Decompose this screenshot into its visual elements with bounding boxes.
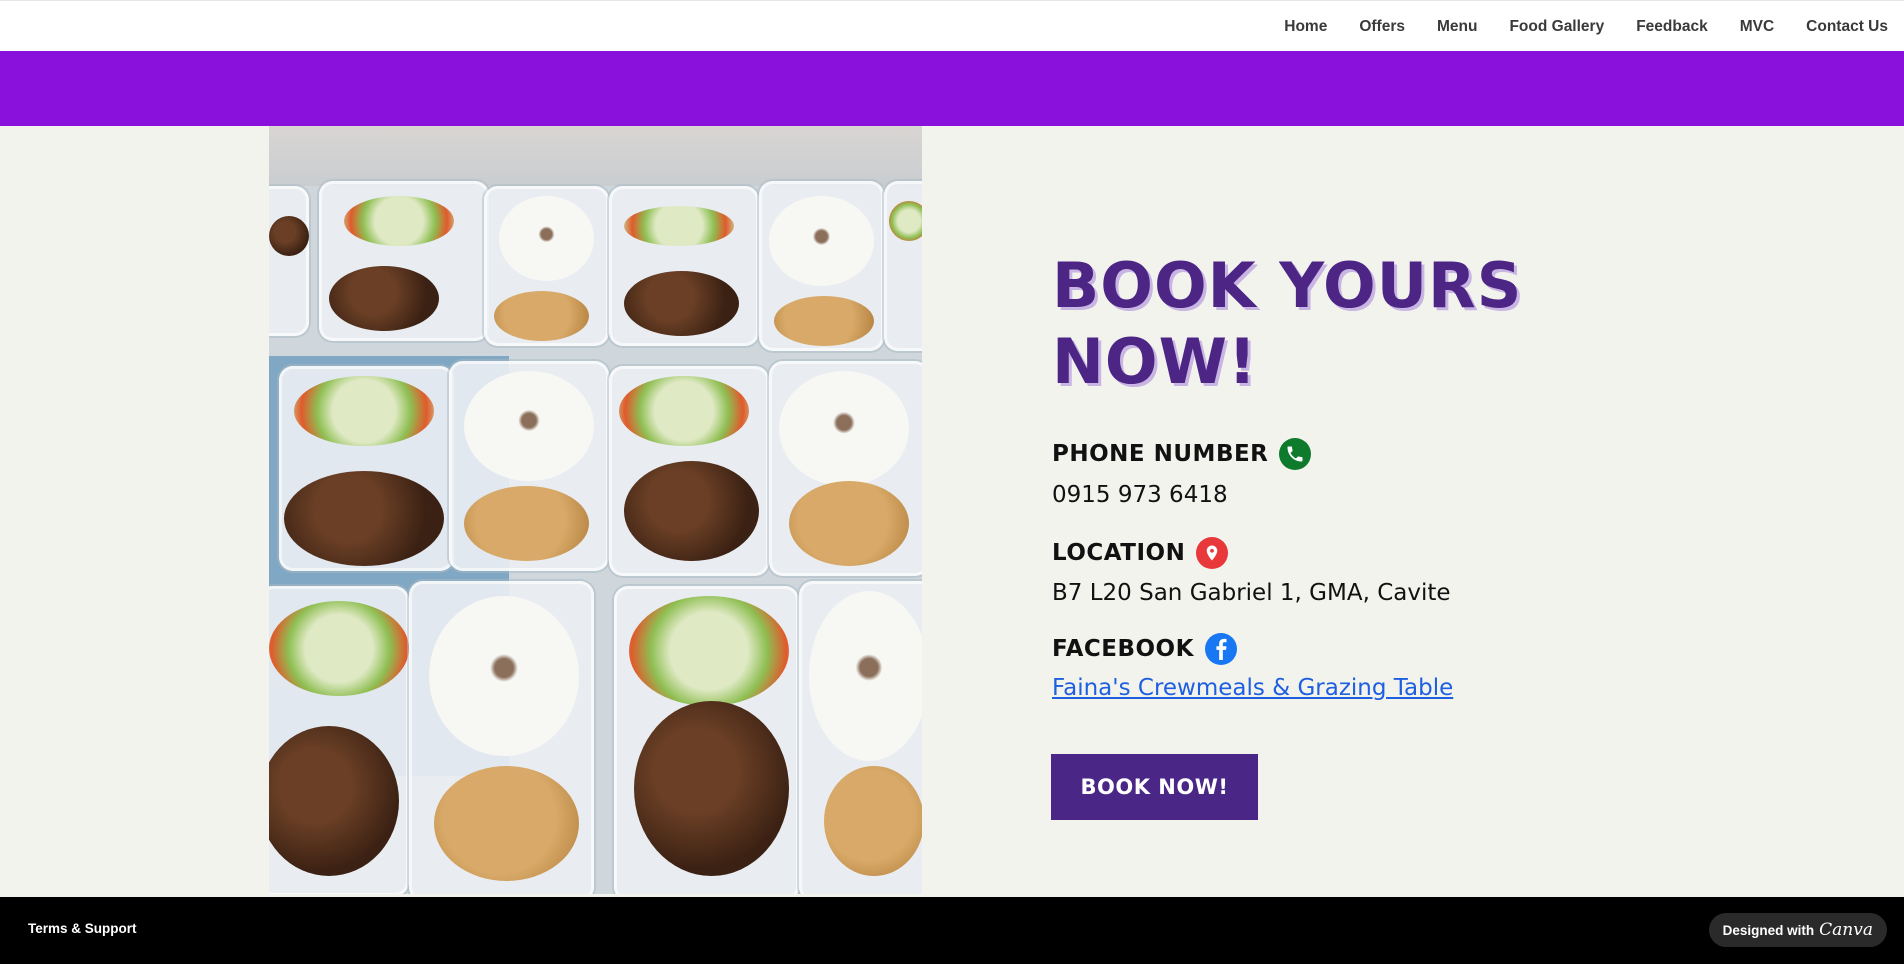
book-title-line1: BOOK YOURS <box>1052 249 1523 322</box>
accent-band <box>0 51 1904 126</box>
designed-with-canva-badge[interactable]: Designed with Canva <box>1708 913 1887 947</box>
nav-item-mvc[interactable]: MVC <box>1740 18 1774 36</box>
location-address: B7 L20 San Gabriel 1, GMA, Cavite <box>1052 580 1451 606</box>
top-navigation: Home Offers Menu Food Gallery Feedback M… <box>0 0 1904 51</box>
nav-item-home[interactable]: Home <box>1284 18 1327 36</box>
nav-item-food-gallery[interactable]: Food Gallery <box>1509 18 1604 36</box>
map-pin-icon <box>1196 537 1229 569</box>
nav-item-menu[interactable]: Menu <box>1437 18 1477 36</box>
location-label-text: LOCATION <box>1052 540 1186 566</box>
facebook-page-link[interactable]: Faina's Crewmeals & Grazing Table <box>1052 675 1453 701</box>
location-label: LOCATION <box>1052 537 1229 569</box>
footer: Terms & Support Designed with Canva <box>0 897 1904 964</box>
book-title: BOOK YOURS NOW! <box>1052 248 1552 400</box>
facebook-icon <box>1204 633 1237 665</box>
nav-item-feedback[interactable]: Feedback <box>1636 18 1708 36</box>
phone-number: 0915 973 6418 <box>1052 482 1228 508</box>
booking-section: BOOK YOURS NOW! <box>0 126 1904 897</box>
facebook-label: FACEBOOK <box>1052 633 1237 665</box>
nav-menu: Home Offers Menu Food Gallery Feedback M… <box>1252 1 1888 52</box>
nav-item-contact-us[interactable]: Contact Us <box>1806 18 1888 36</box>
book-now-button[interactable]: BOOK NOW! <box>1051 754 1258 820</box>
meal-trays-photo <box>269 126 922 894</box>
facebook-label-text: FACEBOOK <box>1052 636 1194 662</box>
book-title-line2: NOW! <box>1052 325 1258 398</box>
nav-item-offers[interactable]: Offers <box>1359 18 1405 36</box>
phone-label-text: PHONE NUMBER <box>1052 441 1269 467</box>
terms-support-link[interactable]: Terms & Support <box>28 921 137 936</box>
designed-with-text: Designed with <box>1722 922 1815 938</box>
phone-label: PHONE NUMBER <box>1052 438 1312 470</box>
canva-logo: Canva <box>1819 920 1873 940</box>
phone-icon <box>1279 438 1312 470</box>
